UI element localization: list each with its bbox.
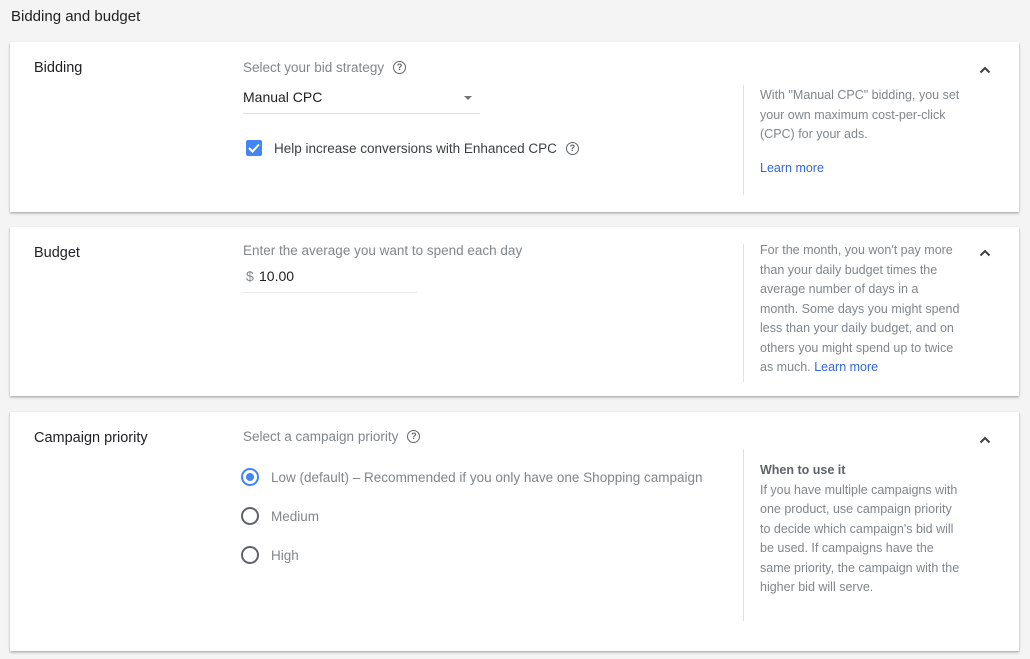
help-circle-icon[interactable]: ? bbox=[407, 430, 421, 443]
priority-option-label: Low (default) – Recommended if you only … bbox=[271, 469, 703, 485]
campaign-priority-card: Campaign priority Select a campaign prio… bbox=[10, 412, 1019, 651]
priority-option-low[interactable]: Low (default) – Recommended if you only … bbox=[241, 468, 703, 486]
enhanced-cpc-label: Help increase conversions with Enhanced … bbox=[274, 140, 557, 156]
bid-strategy-caption-text: Select your bid strategy bbox=[243, 60, 385, 75]
budget-card: Budget Enter the average you want to spe… bbox=[10, 227, 1019, 396]
priority-caption: Select a campaign priority ? bbox=[243, 429, 421, 444]
bid-strategy-value: Manual CPC bbox=[243, 89, 323, 105]
help-circle-icon[interactable]: ? bbox=[565, 141, 579, 155]
help-circle-icon[interactable]: ? bbox=[393, 61, 407, 74]
bidding-help-text: With "Manual CPC" bidding, you set your … bbox=[760, 88, 960, 141]
section-title: Bidding and budget bbox=[11, 8, 141, 25]
radio-button[interactable] bbox=[241, 468, 259, 486]
enhanced-cpc-checkbox[interactable] bbox=[246, 140, 262, 156]
bid-strategy-caption: Select your bid strategy ? bbox=[243, 60, 407, 75]
budget-caption: Enter the average you want to spend each… bbox=[243, 243, 523, 258]
dropdown-caret-icon bbox=[464, 96, 472, 100]
bidding-side-help: With "Manual CPC" bidding, you set your … bbox=[760, 86, 960, 178]
bid-strategy-dropdown[interactable]: Manual CPC bbox=[243, 86, 480, 114]
chevron-up-icon[interactable] bbox=[977, 62, 993, 78]
chevron-up-icon[interactable] bbox=[977, 432, 993, 448]
currency-symbol: $ bbox=[246, 268, 254, 284]
chevron-up-icon[interactable] bbox=[977, 245, 993, 261]
radio-button[interactable] bbox=[241, 546, 259, 564]
vertical-divider bbox=[743, 85, 744, 195]
budget-help-text: For the month, you won't pay more than y… bbox=[760, 243, 960, 374]
priority-option-label: Medium bbox=[271, 508, 320, 524]
priority-option-label: High bbox=[271, 547, 299, 563]
priority-side-help: When to use it If you have multiple camp… bbox=[760, 461, 960, 598]
vertical-divider bbox=[743, 244, 744, 382]
bidding-label: Bidding bbox=[34, 60, 83, 76]
priority-option-medium[interactable]: Medium bbox=[241, 507, 319, 525]
priority-caption-text: Select a campaign priority bbox=[243, 429, 399, 444]
priority-help-text: If you have multiple campaigns with one … bbox=[760, 482, 960, 595]
budget-label: Budget bbox=[34, 245, 80, 261]
budget-value: 10.00 bbox=[259, 268, 295, 284]
campaign-priority-label: Campaign priority bbox=[34, 430, 148, 446]
budget-side-help: For the month, you won't pay more than y… bbox=[760, 241, 960, 378]
vertical-divider bbox=[743, 449, 744, 621]
learn-more-link[interactable]: Learn more bbox=[760, 159, 960, 179]
side-help-title: When to use it bbox=[760, 463, 846, 477]
checkmark-icon bbox=[248, 143, 260, 153]
enhanced-cpc-row: Help increase conversions with Enhanced … bbox=[246, 140, 579, 156]
learn-more-link[interactable]: Learn more bbox=[814, 360, 878, 374]
bidding-card: Bidding Select your bid strategy ? Manua… bbox=[10, 42, 1019, 212]
daily-budget-input[interactable]: $ 10.00 bbox=[243, 265, 417, 293]
priority-option-high[interactable]: High bbox=[241, 546, 299, 564]
radio-button[interactable] bbox=[241, 507, 259, 525]
